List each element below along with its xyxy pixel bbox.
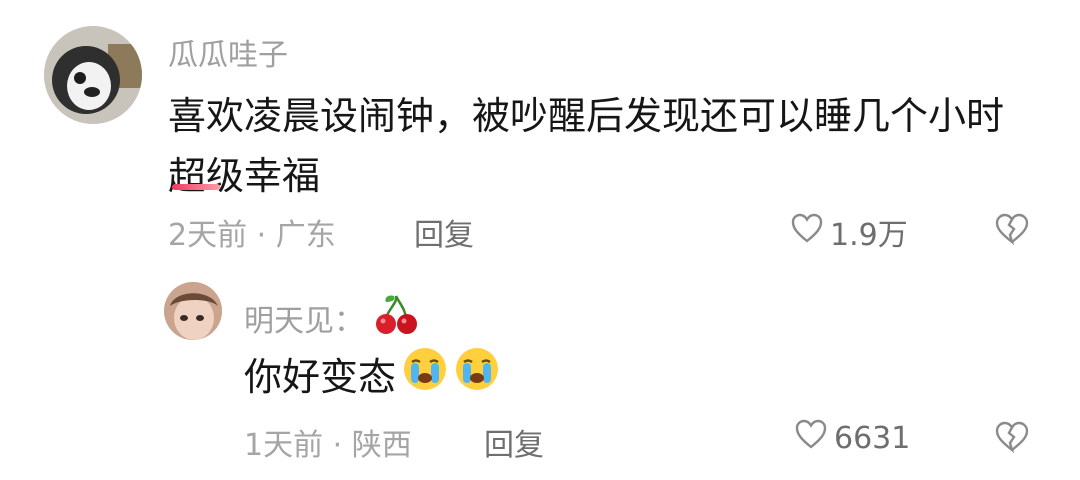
reply-text: 你好变态	[244, 355, 397, 399]
replier-username[interactable]: 明天见：	[244, 296, 364, 340]
meta-separator: ·	[256, 218, 276, 253]
comment-location: 广东	[275, 218, 336, 253]
like-button[interactable]: 1.9万	[790, 210, 908, 254]
cherry-icon	[374, 292, 420, 344]
replier-username-row: 明天见：	[244, 292, 420, 344]
comment-text: 喜欢凌晨设闹钟，被吵醒后发现还可以睡几个小时超级幸福	[168, 94, 1005, 198]
reply-button[interactable]: 回复	[484, 420, 544, 464]
heart-outline-icon	[790, 212, 824, 252]
dislike-button[interactable]	[994, 212, 1030, 250]
heart-outline-icon	[794, 418, 828, 458]
commenter-avatar[interactable]	[44, 26, 142, 124]
reply-content: 你好变态	[244, 346, 500, 401]
highlight-underline	[172, 184, 220, 190]
meta-separator: ·	[332, 428, 352, 463]
broken-heart-icon	[994, 421, 1030, 458]
replier-avatar[interactable]	[164, 282, 222, 340]
reply-meta: 1天前 · 陕西	[244, 420, 412, 464]
broken-heart-icon	[994, 213, 1030, 250]
comment-time: 2天前	[168, 218, 248, 253]
reply-location: 陕西	[351, 428, 412, 463]
commenter-username[interactable]: 瓜瓜哇子	[168, 30, 288, 74]
reply-time: 1天前	[244, 428, 324, 463]
crying-face-emoji	[402, 346, 448, 401]
comment-meta: 2天前 · 广东	[168, 210, 336, 254]
dislike-button[interactable]	[994, 420, 1030, 458]
reply-button[interactable]: 回复	[414, 210, 474, 254]
like-button[interactable]: 6631	[794, 418, 910, 458]
crying-face-emoji	[454, 346, 500, 401]
like-count: 6631	[834, 420, 911, 456]
like-count: 1.9万	[830, 218, 908, 253]
